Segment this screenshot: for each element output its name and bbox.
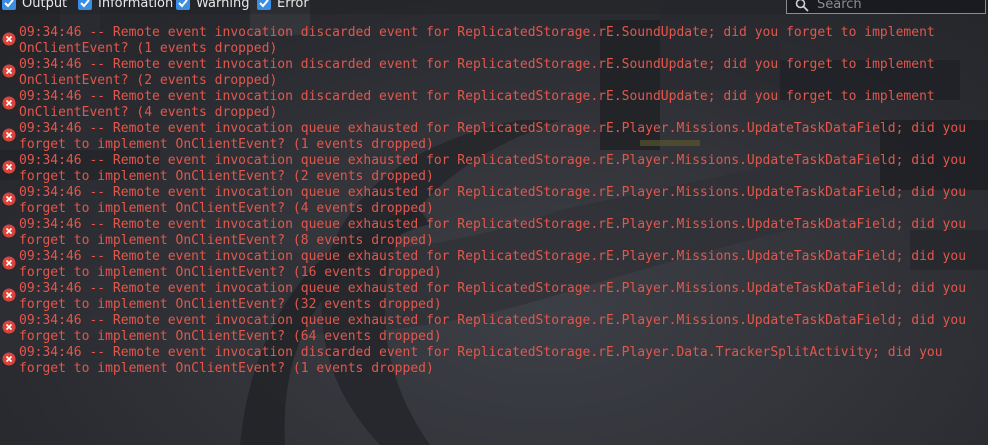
log-message: 09:34:46 -- Remote event invocation queu… (19, 281, 966, 313)
log-message-line-1: 09:34:46 -- Remote event invocation disc… (19, 57, 935, 72)
log-message-line-1: 09:34:46 -- Remote event invocation disc… (19, 89, 935, 104)
log-entry: 09:34:46 -- Remote event invocation disc… (0, 25, 988, 57)
log-message: 09:34:46 -- Remote event invocation queu… (19, 313, 966, 345)
error-icon (2, 128, 16, 142)
filter-information[interactable]: Information (78, 0, 173, 11)
log-entry: 09:34:46 -- Remote event invocation queu… (0, 185, 988, 217)
log-entry: 09:34:46 -- Remote event invocation queu… (0, 121, 988, 153)
error-icon (2, 352, 16, 366)
log-message-line-2: forget to implement OnClientEvent? (1 ev… (19, 137, 434, 152)
log-message: 09:34:46 -- Remote event invocation queu… (19, 217, 966, 249)
log-message-line-1: 09:34:46 -- Remote event invocation queu… (19, 281, 967, 296)
log-message-line-1: 09:34:46 -- Remote event invocation queu… (19, 217, 967, 232)
error-icon (2, 32, 16, 46)
log-message-line-2: forget to implement OnClientEvent? (1 ev… (19, 361, 434, 376)
log-message-line-2: forget to implement OnClientEvent? (4 ev… (19, 201, 434, 216)
log-message: 09:34:46 -- Remote event invocation queu… (19, 185, 966, 217)
log-message-line-1: 09:34:46 -- Remote event invocation queu… (19, 249, 967, 264)
search-box[interactable] (786, 0, 986, 14)
log-message: 09:34:46 -- Remote event invocation disc… (19, 25, 935, 57)
checkbox-checked-icon[interactable] (257, 0, 271, 10)
filter-warning-label: Warning (196, 0, 250, 11)
log-message-line-2: forget to implement OnClientEvent? (16 e… (19, 265, 442, 280)
error-icon (2, 256, 16, 270)
log-entry: 09:34:46 -- Remote event invocation disc… (0, 345, 988, 377)
log-message: 09:34:46 -- Remote event invocation disc… (19, 89, 935, 121)
log-message-line-2: OnClientEvent? (4 events dropped) (19, 105, 278, 120)
filter-output-label: Output (22, 0, 68, 11)
checkbox-checked-icon[interactable] (78, 0, 92, 10)
log-entry: 09:34:46 -- Remote event invocation queu… (0, 281, 988, 313)
log-message-line-1: 09:34:46 -- Remote event invocation queu… (19, 121, 967, 136)
log-message: 09:34:46 -- Remote event invocation queu… (19, 153, 966, 185)
log-message-line-1: 09:34:46 -- Remote event invocation queu… (19, 153, 967, 168)
log-message-line-1: 09:34:46 -- Remote event invocation queu… (19, 185, 967, 200)
filter-output[interactable]: Output (2, 0, 67, 11)
log-message-line-1: 09:34:46 -- Remote event invocation disc… (19, 25, 935, 40)
log-message-line-2: forget to implement OnClientEvent? (32 e… (19, 297, 442, 312)
output-log: 09:34:46 -- Remote event invocation disc… (0, 25, 988, 377)
log-entry: 09:34:46 -- Remote event invocation disc… (0, 89, 988, 121)
magnifier-icon (795, 0, 809, 12)
filter-error[interactable]: Error (257, 0, 309, 11)
filter-error-label: Error (277, 0, 309, 11)
checkbox-checked-icon[interactable] (2, 0, 16, 10)
log-message-line-2: OnClientEvent? (2 events dropped) (19, 73, 278, 88)
log-entry: 09:34:46 -- Remote event invocation queu… (0, 217, 988, 249)
log-entry: 09:34:46 -- Remote event invocation queu… (0, 153, 988, 185)
log-entry: 09:34:46 -- Remote event invocation queu… (0, 313, 988, 345)
log-message: 09:34:46 -- Remote event invocation queu… (19, 121, 966, 153)
log-message: 09:34:46 -- Remote event invocation disc… (19, 345, 943, 377)
search-input[interactable] (817, 0, 967, 12)
log-message-line-1: 09:34:46 -- Remote event invocation disc… (19, 345, 943, 360)
error-icon (2, 96, 16, 110)
log-message-line-2: forget to implement OnClientEvent? (2 ev… (19, 169, 434, 184)
log-message-line-1: 09:34:46 -- Remote event invocation queu… (19, 313, 967, 328)
log-entry: 09:34:46 -- Remote event invocation disc… (0, 57, 988, 89)
error-icon (2, 320, 16, 334)
log-message: 09:34:46 -- Remote event invocation queu… (19, 249, 966, 281)
error-icon (2, 224, 16, 238)
log-entry: 09:34:46 -- Remote event invocation queu… (0, 249, 988, 281)
log-message: 09:34:46 -- Remote event invocation disc… (19, 57, 935, 89)
error-icon (2, 160, 16, 174)
checkbox-checked-icon[interactable] (176, 0, 190, 10)
log-message-line-2: OnClientEvent? (1 events dropped) (19, 41, 278, 56)
log-message-line-2: forget to implement OnClientEvent? (8 ev… (19, 233, 434, 248)
error-icon (2, 192, 16, 206)
error-icon (2, 64, 16, 78)
error-icon (2, 288, 16, 302)
filter-information-label: Information (98, 0, 174, 11)
filter-warning[interactable]: Warning (176, 0, 249, 11)
log-message-line-2: forget to implement OnClientEvent? (64 e… (19, 329, 442, 344)
